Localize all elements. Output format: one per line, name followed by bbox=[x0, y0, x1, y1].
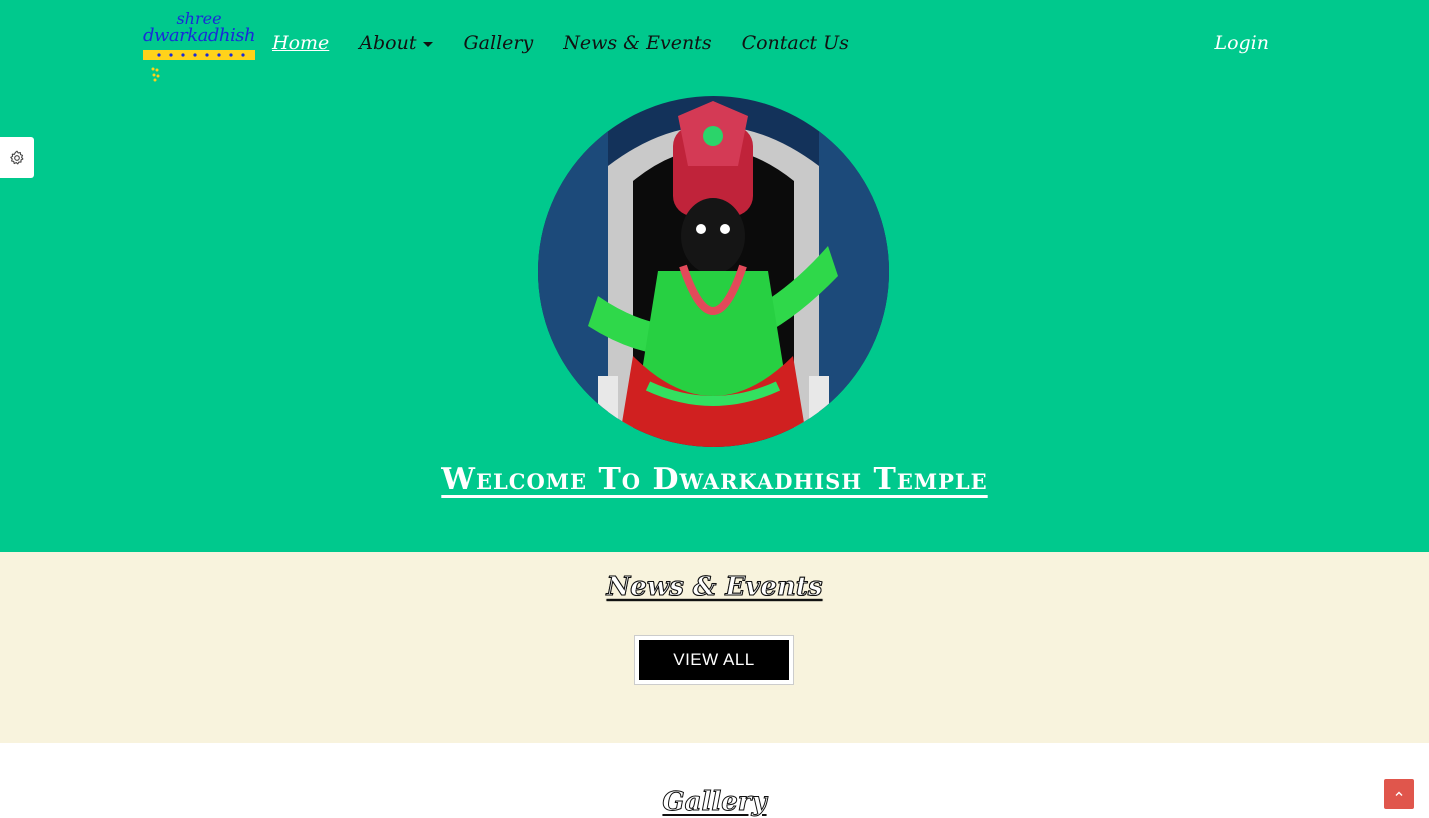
view-all-label: VIEW ALL bbox=[639, 640, 789, 680]
news-events-title: News & Events bbox=[606, 572, 823, 603]
nav-about[interactable]: About bbox=[359, 32, 434, 54]
deity-image bbox=[538, 96, 889, 447]
nav-home[interactable]: Home bbox=[272, 32, 329, 54]
nav-contact-us[interactable]: Contact Us bbox=[742, 32, 849, 54]
welcome-text: Welcome To Dwarkadhish Temple bbox=[441, 462, 988, 497]
gallery-heading: Gallery bbox=[0, 787, 1429, 818]
login-link[interactable]: Login bbox=[1214, 32, 1269, 54]
nav-gallery[interactable]: Gallery bbox=[463, 32, 533, 54]
logo-line2: dwarkadhish bbox=[143, 25, 256, 46]
gallery-title: Gallery bbox=[662, 787, 767, 818]
scroll-to-top-button[interactable] bbox=[1384, 779, 1414, 809]
welcome-heading: Welcome To Dwarkadhish Temple bbox=[0, 462, 1429, 497]
news-events-section: News & Events VIEW ALL bbox=[0, 552, 1429, 743]
main-nav: Home About Gallery News & Events Contact… bbox=[272, 32, 879, 54]
gear-icon bbox=[10, 150, 24, 164]
settings-toggle[interactable] bbox=[0, 137, 34, 178]
chevron-up-icon bbox=[1395, 791, 1403, 796]
caret-down-icon bbox=[423, 41, 434, 47]
nav-about-label: About bbox=[359, 32, 417, 54]
view-all-button[interactable]: VIEW ALL bbox=[635, 636, 793, 684]
navbar: shree dwarkadhish Home About Gallery New… bbox=[0, 0, 1429, 88]
gallery-section: Gallery bbox=[0, 743, 1429, 818]
logo-text: shree dwarkadhish bbox=[143, 10, 256, 46]
site-logo[interactable]: shree dwarkadhish bbox=[143, 4, 256, 84]
deity-illustration bbox=[538, 96, 889, 447]
news-events-heading: News & Events bbox=[0, 572, 1429, 603]
nav-news-events[interactable]: News & Events bbox=[563, 32, 711, 54]
